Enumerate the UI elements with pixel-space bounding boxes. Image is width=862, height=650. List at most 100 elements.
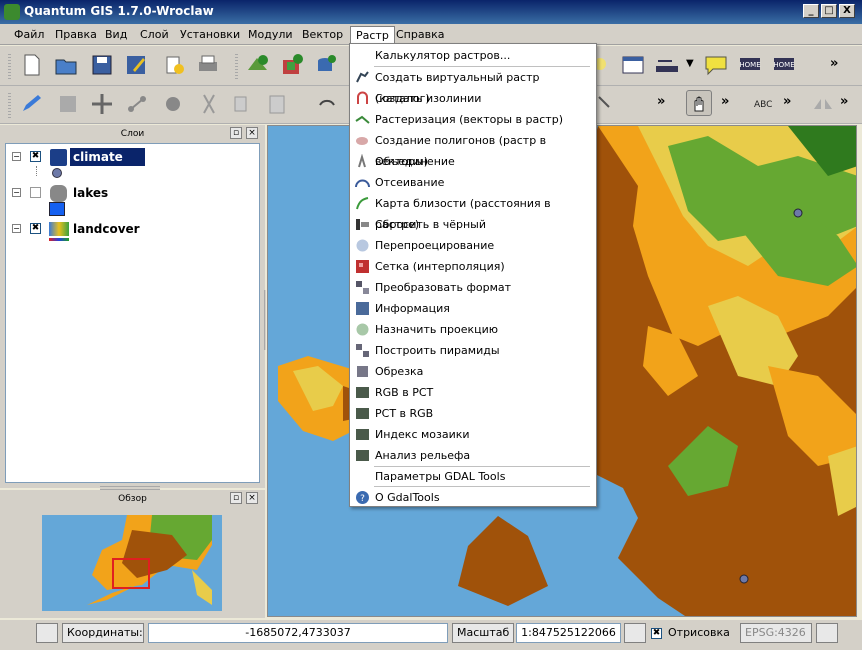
layer-visibility-checkbox[interactable]: ✖	[30, 223, 41, 234]
set-home-icon[interactable]: HOME	[737, 52, 763, 78]
copy-icon[interactable]	[230, 91, 256, 117]
layer-visibility-checkbox[interactable]	[30, 187, 41, 198]
delete-feature-icon[interactable]	[160, 91, 186, 117]
translate-icon	[356, 281, 369, 294]
new-project-icon[interactable]	[19, 52, 45, 78]
menu-file[interactable]: Файл	[9, 26, 49, 43]
new-print-composer-icon[interactable]	[161, 52, 187, 78]
menu-item-translate[interactable]: Преобразовать формат	[351, 277, 595, 298]
pan-hand-icon[interactable]	[686, 90, 712, 116]
menu-item-dem[interactable]: Анализ рельефа	[351, 445, 595, 466]
layer-name[interactable]: climate	[70, 148, 145, 166]
menu-item-raster-calculator[interactable]: Калькулятор растров...	[351, 45, 595, 66]
layer-name[interactable]: lakes	[73, 184, 108, 202]
stop-render-icon[interactable]	[624, 623, 646, 643]
menu-item-sieve[interactable]: Отсеивание	[351, 172, 595, 193]
menu-item-proximity[interactable]: Карта близости (расстояния в растре)	[351, 193, 595, 231]
layer-item-lakes[interactable]: − lakes	[6, 183, 259, 203]
collapse-icon[interactable]: −	[12, 224, 21, 233]
layers-panel-title: Слои	[120, 129, 145, 139]
menu-item-grid[interactable]: Сетка (интерполяция)	[351, 256, 595, 277]
coordinates-field[interactable]: -1685072,4733037	[148, 623, 448, 643]
close-button[interactable]: X	[839, 4, 855, 18]
open-project-icon[interactable]	[53, 52, 79, 78]
menu-help[interactable]: Справка	[391, 26, 449, 43]
menu-item-assign-projection[interactable]: Назначить проекцию	[351, 319, 595, 340]
menu-raster[interactable]: Растр	[350, 26, 395, 43]
undo-icon[interactable]	[314, 91, 340, 117]
menu-item-about-gdaltools[interactable]: ? О GdalTools	[351, 487, 595, 508]
toolbar-more-button[interactable]: »	[657, 94, 665, 109]
minimize-button[interactable]: _	[803, 4, 819, 18]
node-tool-icon[interactable]	[125, 91, 151, 117]
menu-item-rasterize[interactable]: Растеризация (векторы в растр)	[351, 109, 595, 130]
menu-item-gdal-settings[interactable]: Параметры GDAL Tools	[351, 466, 595, 487]
toolbar-more-button[interactable]: »	[830, 56, 838, 71]
render-checkbox[interactable]: ✖	[651, 628, 662, 639]
label-tool-icon[interactable]: ABC	[750, 91, 776, 117]
chevron-down-icon[interactable]: ▼	[686, 58, 694, 69]
add-postgis-layer-icon[interactable]	[313, 52, 339, 78]
cut-icon[interactable]	[196, 91, 222, 117]
menu-item-clip[interactable]: Обрезка	[351, 361, 595, 382]
layer-item-landcover[interactable]: − ✖ landcover	[6, 219, 259, 239]
close-panel-icon[interactable]: ×	[246, 492, 258, 504]
layer-name[interactable]: landcover	[73, 220, 140, 238]
go-home-icon[interactable]: HOME	[771, 52, 797, 78]
toolbar-more-button[interactable]: »	[840, 94, 848, 109]
toolbar-more-button[interactable]: »	[721, 94, 729, 109]
menu-item-merge[interactable]: Объединение	[351, 151, 595, 172]
save-as-icon[interactable]	[123, 52, 149, 78]
add-vector-layer-icon[interactable]	[245, 52, 271, 78]
toolbar-more-button[interactable]: »	[783, 94, 791, 109]
qgis-logo-icon	[4, 4, 20, 20]
attribute-table-icon[interactable]	[620, 52, 646, 78]
menu-item-pyramids[interactable]: Построить пирамиды	[351, 340, 595, 361]
menu-item-tile-index[interactable]: Индекс мозаики	[351, 424, 595, 445]
messages-icon[interactable]	[36, 623, 58, 643]
collapse-icon[interactable]: −	[12, 152, 21, 161]
menu-item-pct-to-rgb[interactable]: PCT в RGB	[351, 403, 595, 424]
measure-line-icon[interactable]	[654, 52, 680, 78]
edit-pencil-icon[interactable]	[19, 91, 45, 117]
render-label: Отрисовка	[668, 626, 730, 639]
toolbar-handle[interactable]	[8, 91, 11, 119]
close-panel-icon[interactable]: ×	[246, 127, 258, 139]
layer-tree[interactable]: − ✖ climate − lakes − ✖ landcover	[5, 143, 260, 483]
menu-item-rgb-to-pct[interactable]: RGB в PCT	[351, 382, 595, 403]
toolbar-handle[interactable]	[235, 52, 238, 80]
menu-item-virtual-raster[interactable]: Создать виртуальный растр (каталог)	[351, 67, 595, 105]
annotation-icon[interactable]	[703, 52, 729, 78]
point-symbol-icon	[52, 168, 62, 178]
layer-visibility-checkbox[interactable]: ✖	[30, 151, 41, 162]
save-edits-icon[interactable]	[55, 91, 81, 117]
menu-view[interactable]: Вид	[100, 26, 132, 43]
collapse-icon[interactable]: −	[12, 188, 21, 197]
menu-item-nearblack[interactable]: Сбросить в чёрный	[351, 214, 595, 235]
menu-plugins[interactable]: Модули	[243, 26, 298, 43]
crs-button[interactable]: EPSG:4326	[740, 623, 812, 643]
move-feature-icon[interactable]	[89, 91, 115, 117]
float-panel-icon[interactable]: ▫	[230, 492, 242, 504]
maximize-button[interactable]: □	[821, 4, 837, 18]
menu-item-info[interactable]: Информация	[351, 298, 595, 319]
menu-edit[interactable]: Правка	[50, 26, 102, 43]
paste-icon[interactable]	[264, 91, 290, 117]
toolbar-handle[interactable]	[8, 52, 11, 80]
float-panel-icon[interactable]: ▫	[230, 127, 242, 139]
mirror-tool-icon[interactable]	[810, 91, 836, 117]
menu-settings[interactable]: Установки	[175, 26, 245, 43]
print-icon[interactable]	[195, 52, 221, 78]
save-project-icon[interactable]	[89, 52, 115, 78]
projection-settings-icon[interactable]	[816, 623, 838, 643]
layer-item-climate[interactable]: − ✖ climate	[6, 147, 259, 167]
menu-layer[interactable]: Слой	[135, 26, 174, 43]
scale-field[interactable]: 1:847525122066	[516, 623, 621, 643]
menu-item-contour[interactable]: Создать изолинии	[351, 88, 595, 109]
menu-item-polygonize[interactable]: Создание полигонов (растр в векторы)	[351, 130, 595, 168]
overview-map[interactable]	[42, 515, 222, 611]
menu-vector[interactable]: Вектор	[297, 26, 348, 43]
panel-splitter[interactable]	[262, 290, 266, 350]
menu-item-warp[interactable]: Перепроецирование	[351, 235, 595, 256]
add-raster-layer-icon[interactable]	[279, 52, 305, 78]
